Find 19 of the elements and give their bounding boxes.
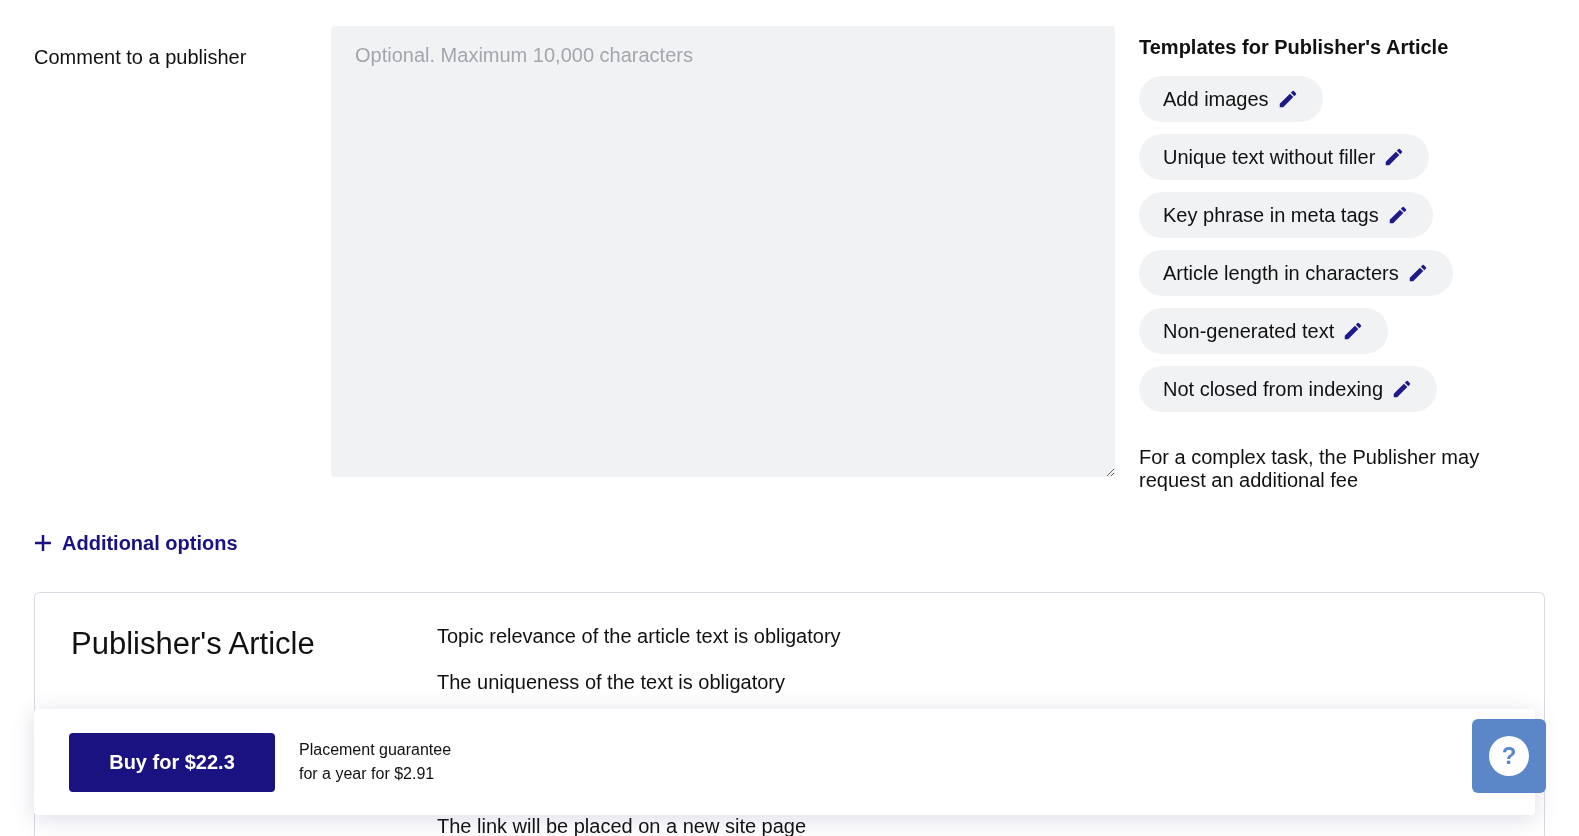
templates-title: Templates for Publisher's Article (1139, 35, 1450, 60)
template-chip[interactable]: Key phrase in meta tags (1139, 192, 1433, 238)
template-chip[interactable]: Add images (1139, 76, 1323, 122)
article-title: Publisher's Article (71, 625, 316, 663)
help-icon: ? (1489, 736, 1529, 776)
requirement-text: The uniqueness of the text is obligatory (437, 670, 786, 695)
template-chip[interactable]: Non-generated text (1139, 308, 1389, 354)
guarantee-text: Placement guarantee for a year for $2.91 (299, 740, 452, 784)
buy-button[interactable]: Buy for $22.3 (69, 732, 275, 792)
comment-label: Comment to a publisher (34, 45, 248, 70)
template-chip[interactable]: Unique text without filler (1139, 134, 1430, 180)
additional-options-link[interactable]: Additional options (34, 528, 238, 558)
template-chip[interactable]: Article length in characters (1139, 250, 1453, 296)
help-button[interactable]: ? (1472, 719, 1546, 793)
template-chip[interactable]: Not closed from indexing (1139, 366, 1438, 412)
plus-icon (34, 534, 52, 552)
requirement-text: Topic relevance of the article text is obligatory (437, 624, 841, 649)
comment-field[interactable]: Optional. Maximum 10,000 characters (331, 26, 1115, 477)
fee-note: For a complex task, the Publisher may request an additional fee (1139, 446, 1481, 492)
